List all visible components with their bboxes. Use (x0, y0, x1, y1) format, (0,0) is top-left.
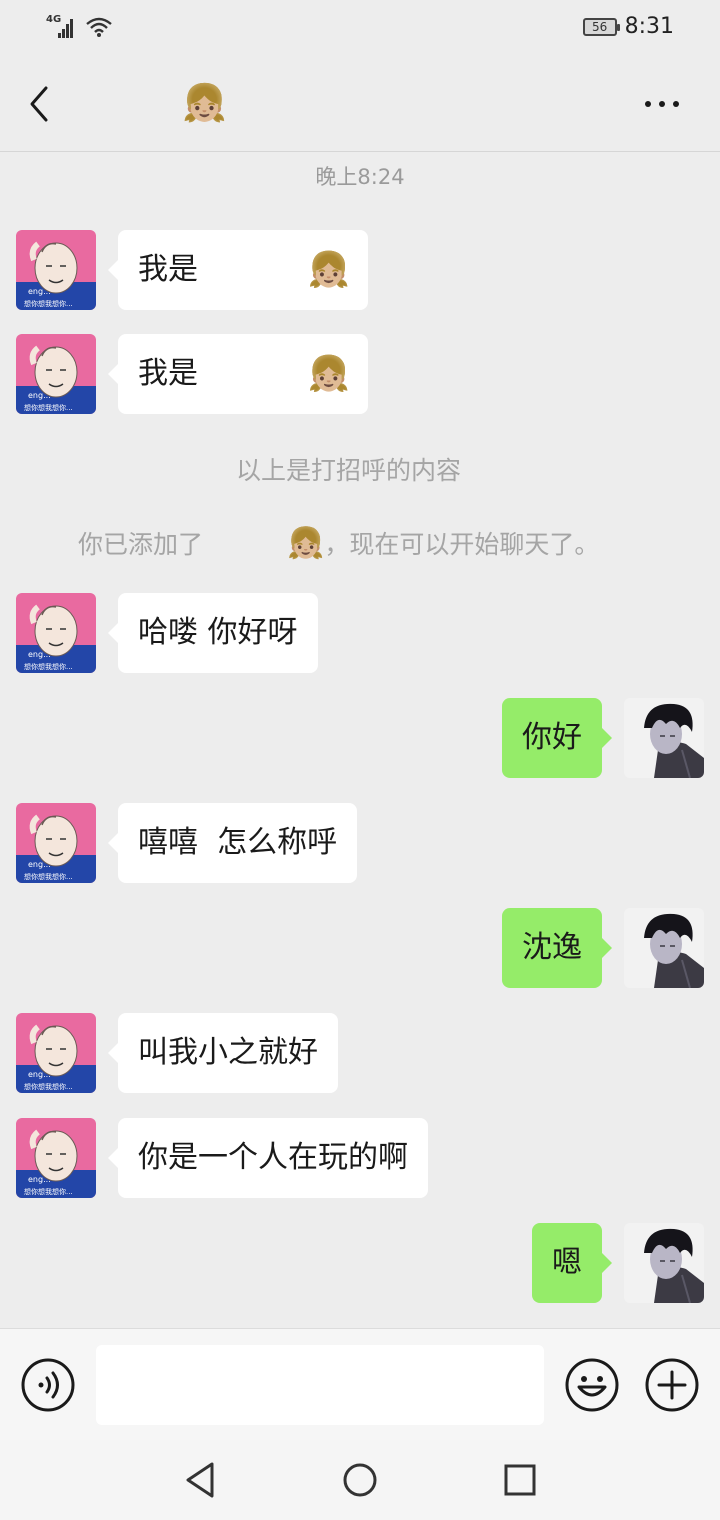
message-bubble-them[interactable]: 我是 👧🏼 (108, 334, 368, 414)
message-input[interactable] (96, 1345, 544, 1425)
message-bubble-me[interactable]: 你好 (502, 698, 612, 778)
avatar-them[interactable]: eng... 想你想我想你... (16, 803, 96, 883)
avatar-them[interactable]: eng... 想你想我想你... (16, 1118, 96, 1198)
friend-added-notice: 你已添加了 👧🏼，现在可以开始聊天了。 (78, 525, 599, 561)
avatar-them[interactable]: eng... 想你想我想你... (16, 334, 96, 414)
avatar-them[interactable]: eng... 想你想我想你... (16, 1013, 96, 1093)
back-arrow-icon[interactable] (22, 82, 62, 126)
status-right: 56 8:31 (582, 14, 674, 39)
avatar-subcaption: 想你想我想你... (24, 403, 73, 412)
avatar-them[interactable]: eng... 想你想我想你... (16, 230, 96, 310)
wifi-icon (86, 16, 112, 42)
avatar-me[interactable] (624, 1223, 704, 1303)
message-bubble-me[interactable]: 沈逸 (502, 908, 612, 988)
more-dots-icon[interactable] (638, 90, 686, 118)
avatar-caption: eng... (28, 287, 51, 296)
avatar-subcaption: 想你想我想你... (24, 872, 73, 881)
chat-header: 👧🏼 (0, 56, 720, 152)
avatar-them[interactable]: eng... 想你想我想你... (16, 593, 96, 673)
chat-area[interactable]: 晚上8:24 eng... 想你想我想你... 我是 👧🏼 eng... 想你想… (0, 153, 720, 1328)
time-divider: 晚上8:24 (315, 165, 405, 189)
girl-emoji: 👧🏼 (307, 250, 350, 290)
added-notice-before: 你已添加了 (78, 530, 204, 559)
avatar-subcaption: 想你想我想你... (24, 299, 73, 308)
message-text: 我是 (138, 252, 198, 287)
avatar-caption: eng... (28, 860, 51, 869)
emoji-smile-icon[interactable] (564, 1357, 620, 1413)
status-left: 4G (46, 14, 76, 40)
message-bubble-them[interactable]: 叫我小之就好 (108, 1013, 338, 1093)
avatar-me[interactable] (624, 698, 704, 778)
network-type: 4G (46, 14, 62, 25)
status-time: 8:31 (624, 14, 674, 39)
girl-emoji: 👧🏼 (307, 354, 350, 394)
nav-recents-icon[interactable] (500, 1460, 540, 1500)
battery-icon: 56 (582, 17, 620, 36)
battery-level: 56 (591, 19, 608, 34)
greeting-notice: 以上是打招呼的内容 (236, 456, 462, 485)
nav-home-icon[interactable] (340, 1460, 380, 1500)
avatar-subcaption: 想你想我想你... (24, 1187, 73, 1196)
message-bubble-them[interactable]: 哈喽 你好呀 (108, 593, 318, 673)
message-bubble-me[interactable]: 嗯 (532, 1223, 612, 1303)
avatar-subcaption: 想你想我想你... (24, 662, 73, 671)
plus-circle-icon[interactable] (644, 1357, 700, 1413)
avatar-caption: eng... (28, 391, 51, 400)
avatar-caption: eng... (28, 1175, 51, 1184)
input-bar (0, 1328, 720, 1440)
system-nav-bar (0, 1440, 720, 1520)
avatar-caption: eng... (28, 650, 51, 659)
nav-back-icon[interactable] (182, 1460, 222, 1500)
message-bubble-them[interactable]: 我是 👧🏼 (108, 230, 368, 310)
girl-emoji: 👧🏼 (287, 526, 325, 561)
status-bar: 4G 56 8:31 (0, 0, 720, 56)
added-notice-after: ，现在可以开始聊天了。 (324, 530, 600, 559)
avatar-subcaption: 想你想我想你... (24, 1082, 73, 1091)
message-bubble-them[interactable]: 嘻嘻 怎么称呼 (107, 803, 358, 883)
chat-title: 👧🏼 (182, 83, 227, 124)
message-bubble-them[interactable]: 你是一个人在玩的啊 (108, 1118, 428, 1198)
avatar-me[interactable] (624, 908, 704, 988)
message-text: 我是 (138, 356, 198, 391)
cell-signal-icon: 4G (46, 14, 76, 40)
voice-icon[interactable] (20, 1357, 76, 1413)
avatar-caption: eng... (28, 1070, 51, 1079)
